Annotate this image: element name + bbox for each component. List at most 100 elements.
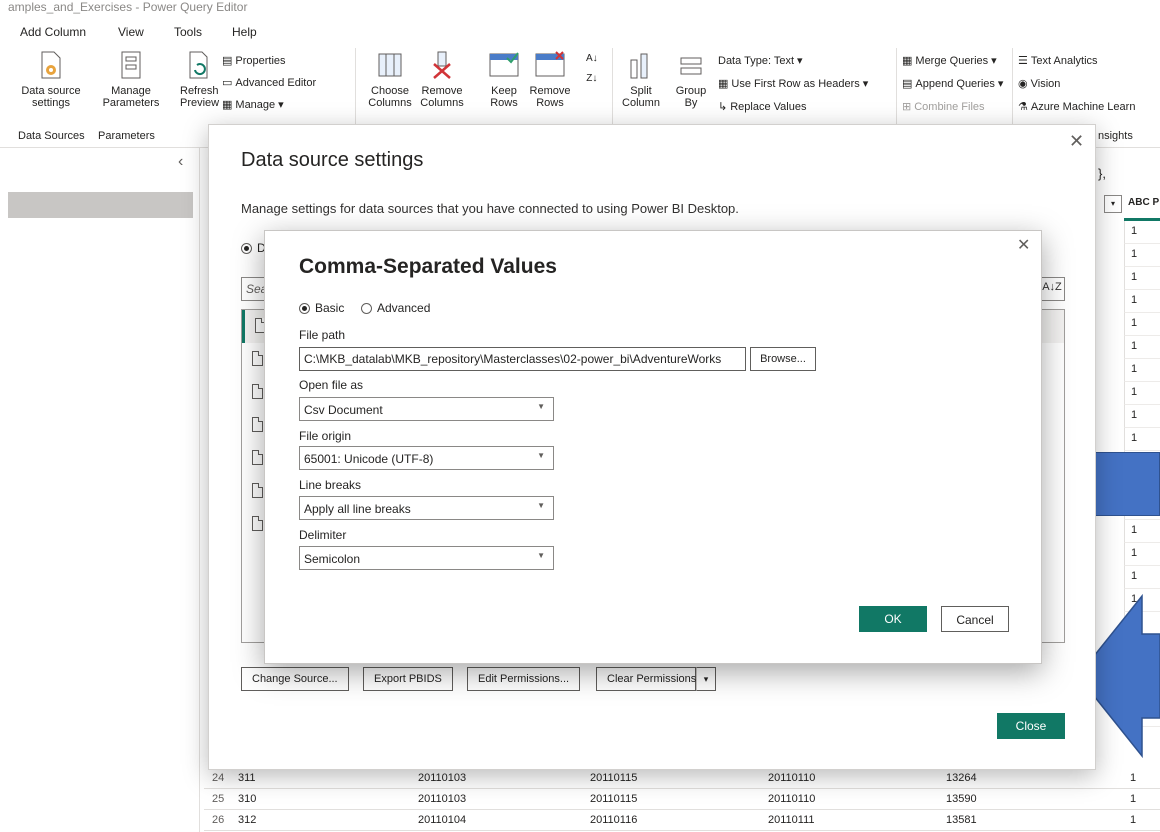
split-column-button[interactable]: Split Column (618, 50, 664, 109)
append-queries-button[interactable]: ▤ Append Queries ▾ (902, 77, 1003, 91)
combine-files-button[interactable]: ⊞ Combine Files (902, 100, 985, 114)
group-by-label: Group By (675, 85, 707, 109)
manage-icon: ▦ (222, 99, 233, 111)
formula-bar-text: }, (1098, 166, 1106, 181)
chevron-down-icon: ▼ (537, 402, 545, 411)
delimiter-select[interactable]: Semicolon ▼ (299, 546, 554, 570)
open-file-as-label: Open file as (299, 378, 364, 392)
file-path-input[interactable]: C:\MKB_datalab\MKB_repository\Masterclas… (299, 347, 746, 371)
use-first-row-button[interactable]: ▦ Use First Row as Headers ▾ (718, 77, 868, 91)
chevron-down-icon: ▾ (797, 55, 803, 67)
basic-radio[interactable]: Basic (299, 301, 344, 315)
chevron-down-icon: ▾ (862, 78, 869, 90)
menu-add-column[interactable]: Add Column (20, 25, 86, 39)
azure-ml-button[interactable]: ⚗ Azure Machine Learn (1018, 100, 1135, 114)
remove-rows-button[interactable]: Remove Rows (526, 50, 574, 109)
table-cell: 20110103 (418, 772, 467, 784)
chevron-down-icon: ▾ (278, 99, 284, 111)
row-number: 24 (212, 772, 225, 784)
sort-button[interactable]: A↓Z (1039, 277, 1065, 301)
group-by-button[interactable]: Group By (674, 50, 708, 109)
selected-query[interactable] (8, 192, 193, 218)
table-row[interactable]: 25 310 20110103 20110115 20110110 13590 1 (204, 789, 1160, 810)
edit-permissions-button[interactable]: Edit Permissions... (467, 667, 581, 691)
table-cell: 310 (238, 793, 257, 805)
menu-tools[interactable]: Tools (174, 25, 202, 39)
group-label-insights: nsights (1098, 130, 1133, 142)
merge-queries-button[interactable]: ▦ Merge Queries ▾ (902, 54, 997, 68)
menu-view[interactable]: View (118, 25, 144, 39)
manage-button[interactable]: ▦ Manage ▾ (222, 98, 284, 112)
table-cell: 20110104 (418, 814, 467, 826)
keep-rows-icon (489, 52, 519, 77)
vision-button[interactable]: ◉ Vision (1018, 77, 1060, 91)
open-file-as-value: Csv Document (304, 403, 383, 417)
advanced-editor-button[interactable]: ▭ Advanced Editor (222, 76, 316, 90)
manage-parameters-label: Manage Parameters (102, 85, 160, 109)
line-breaks-value: Apply all line breaks (304, 502, 411, 516)
column-filter-dropdown[interactable]: ▾ (1104, 195, 1122, 213)
close-icon[interactable]: ✕ (1069, 131, 1084, 152)
line-breaks-select[interactable]: Apply all line breaks ▼ (299, 496, 554, 520)
sort-ascending-icon[interactable]: A↓ (586, 52, 598, 66)
window-title: amples_and_Exercises - Power Query Edito… (8, 0, 248, 14)
advanced-editor-label: Advanced Editor (235, 77, 317, 89)
combine-files-label: Combine Files (914, 101, 985, 113)
table-cell: 1 (1124, 336, 1160, 359)
export-pbids-button[interactable]: Export PBIDS (363, 667, 453, 691)
data-type-dropdown[interactable]: Data Type: Text ▾ (718, 54, 803, 68)
table-cell: 1 (1130, 814, 1137, 826)
column-header-abc[interactable]: ABC P (1128, 197, 1159, 208)
advanced-radio[interactable]: Advanced (361, 301, 430, 315)
close-button[interactable]: Close (997, 713, 1065, 739)
data-source-settings-button[interactable]: Data source settings (18, 50, 84, 109)
split-column-icon (630, 53, 648, 79)
text-analytics-label: Text Analytics (1030, 55, 1098, 67)
dialog-description: Manage settings for data sources that yo… (241, 201, 739, 216)
sort-descending-icon[interactable]: Z↓ (586, 72, 597, 86)
table-cell: 1 (1124, 359, 1160, 382)
clear-permissions-button[interactable]: Clear Permissions (596, 667, 696, 691)
table-cell: 1 (1124, 405, 1160, 428)
current-file-radio[interactable]: D (241, 241, 266, 255)
parameters-icon (121, 51, 141, 79)
table-cell: 1 (1130, 793, 1137, 805)
remove-rows-icon (535, 51, 565, 77)
table-row[interactable]: 24 311 20110103 20110115 20110110 13264 1 (204, 768, 1160, 789)
ok-button[interactable]: OK (859, 606, 927, 632)
close-icon[interactable]: ✕ (1017, 235, 1030, 255)
table-cell: 1 (1124, 520, 1160, 543)
cancel-button[interactable]: Cancel (941, 606, 1009, 632)
table-cell: 20110110 (768, 772, 816, 784)
choose-columns-icon (378, 53, 402, 77)
change-source-button[interactable]: Change Source... (241, 667, 349, 691)
refresh-icon (189, 51, 208, 79)
menu-help[interactable]: Help (232, 25, 257, 39)
manage-parameters-button[interactable]: Manage Parameters (96, 50, 166, 109)
collapse-pane-icon[interactable]: ‹ (178, 153, 183, 171)
sort-buttons[interactable]: A↓ Z↓ (586, 52, 598, 86)
keep-rows-label: Keep Rows (490, 85, 518, 109)
table-cell: 13581 (946, 814, 977, 826)
text-analytics-button[interactable]: ☰ Text Analytics (1018, 54, 1098, 68)
choose-columns-button[interactable]: Choose Columns (360, 50, 420, 109)
browse-button[interactable]: Browse... (750, 347, 816, 371)
data-source-settings-label: Data source settings (21, 85, 81, 109)
keep-rows-button[interactable]: Keep Rows (482, 50, 526, 109)
table-cell: 1 (1130, 772, 1137, 784)
vision-label: Vision (1030, 78, 1061, 90)
table-icon: ▦ (718, 78, 729, 90)
table-row[interactable]: 26 312 20110104 20110116 20110111 13581 1 (204, 810, 1160, 831)
table-cell: 20110115 (590, 772, 638, 784)
open-file-as-select[interactable]: Csv Document ▼ (299, 397, 554, 421)
file-origin-select[interactable]: 65001: Unicode (UTF-8) ▼ (299, 446, 554, 470)
chevron-down-icon[interactable]: ▾ (696, 667, 716, 691)
radio-selected-icon (299, 302, 310, 314)
dialog-title: Data source settings (241, 149, 424, 171)
refresh-preview-button[interactable]: Refresh Preview (180, 50, 219, 109)
properties-button[interactable]: ▤ Properties (222, 54, 286, 68)
manage-label: Manage (235, 99, 276, 111)
use-first-row-label: Use First Row as Headers (731, 78, 860, 90)
remove-columns-button[interactable]: Remove Columns (412, 50, 472, 109)
replace-values-button[interactable]: ↳ Replace Values (718, 100, 806, 114)
